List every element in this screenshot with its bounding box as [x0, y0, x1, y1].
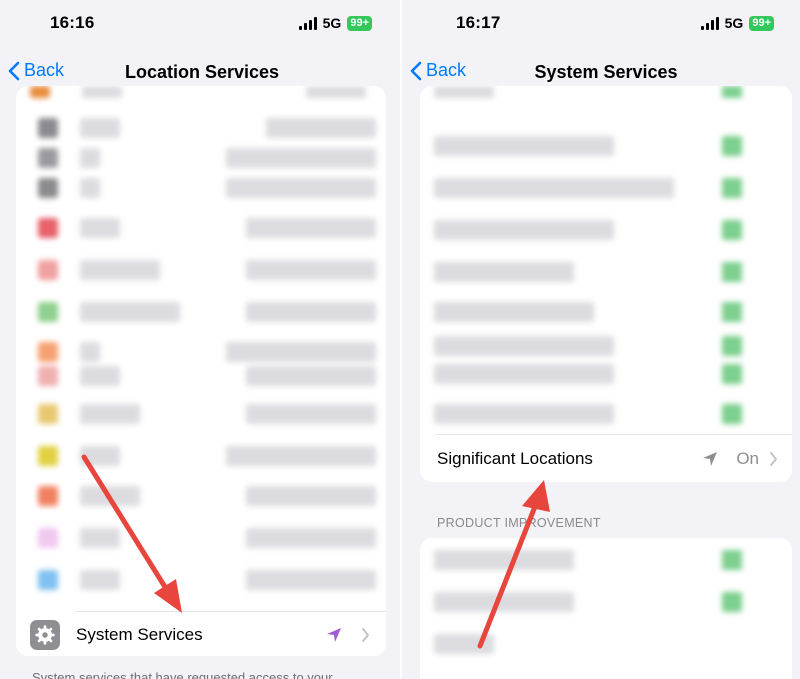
status-bar: 16:16 5G 99+ [0, 0, 400, 48]
footer-description: System services that have requested acce… [32, 670, 333, 679]
system-services-card: Significant Locations On [420, 86, 792, 482]
network-type: 5G [322, 15, 342, 31]
product-improvement-card [420, 538, 792, 679]
status-time: 16:16 [50, 13, 95, 32]
blurred-services-list [420, 86, 792, 432]
page-title: Location Services [124, 62, 280, 82]
blurred-app-list [16, 86, 386, 656]
significant-locations-label: Significant Locations [437, 449, 593, 468]
gear-icon [30, 620, 60, 650]
status-bar: 16:17 5G 99+ [402, 0, 800, 48]
system-services-screen: 16:17 5G 99+ Back System Services Signif… [402, 0, 800, 679]
battery-icon: 99+ [749, 15, 774, 31]
system-services-row[interactable]: System Services [16, 612, 386, 656]
system-services-label: System Services [76, 625, 203, 644]
battery-icon: 99+ [347, 15, 372, 31]
cellular-signal-icon [700, 16, 719, 30]
location-arrow-icon [703, 452, 717, 466]
page-title: System Services [534, 62, 678, 82]
significant-locations-row[interactable]: Significant Locations On [420, 436, 792, 482]
status-time: 16:17 [456, 13, 501, 32]
cellular-signal-icon [298, 16, 317, 30]
location-services-screen: 16:16 5G 99+ Back Location Services Syst… [0, 0, 400, 679]
section-header-product-improvement: PRODUCT IMPROVEMENT [437, 516, 601, 530]
network-type: 5G [724, 15, 744, 31]
blurred-improvement-list [420, 538, 792, 679]
chevron-right-icon [362, 628, 369, 642]
chevron-right-icon [770, 452, 777, 466]
location-arrow-icon [327, 628, 341, 642]
significant-locations-value: On [736, 449, 759, 468]
apps-list-card: System Services [16, 86, 386, 656]
